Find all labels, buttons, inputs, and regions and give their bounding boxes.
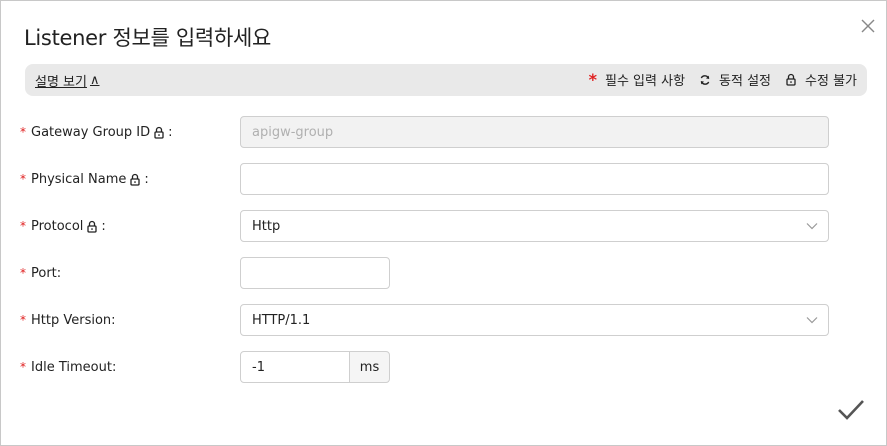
gateway-group-id-input: apigw-group [240,116,829,148]
port-input[interactable] [240,257,390,289]
toggle-description-label: 설명 보기 [35,75,87,90]
protocol-label: Protocol [31,218,84,234]
port-row: * Port : [20,257,61,289]
dialog-title: Listener 정보를 입력하세요 [24,26,272,50]
legend-required-label: 필수 입력 사항 [605,74,686,89]
lock-icon [786,73,796,86]
legend-dynamic-label: 동적 설정 [719,74,772,89]
label-colon: : [168,124,173,140]
legend-required: * 필수 입력 사항 [589,70,685,89]
label-colon: : [56,265,62,281]
required-marker: * [20,360,26,374]
toggle-description-button[interactable]: 설명 보기 ∧ [35,71,100,90]
required-marker-icon: * [588,69,597,89]
http-version-row: * Http Version : [20,304,116,336]
listener-dialog: Listener 정보를 입력하세요 설명 보기 ∧ * 필수 입력 사항 동적… [0,0,887,446]
lock-icon [154,126,164,139]
idle-timeout-unit: ms [349,351,390,383]
label-colon: : [111,359,117,375]
required-marker: * [20,125,26,139]
chevron-up-icon: ∧ [89,73,100,88]
refresh-icon [700,74,710,85]
required-marker: * [20,313,26,327]
http-version-label: Http Version [31,312,112,328]
chevron-down-icon [806,223,818,230]
chevron-down-icon [806,317,818,324]
protocol-select[interactable]: Http [240,210,829,242]
label-colon: : [101,218,106,234]
label-colon: : [111,312,116,328]
legend-readonly: 수정 불가 [785,70,857,89]
lock-icon [87,220,98,233]
gateway-group-id-row: * Gateway Group ID : [20,116,173,148]
port-label: Port [31,265,57,281]
legend-dynamic: 동적 설정 [699,70,771,89]
protocol-row: * Protocol : [20,210,106,242]
required-marker: * [20,172,26,186]
close-icon[interactable] [858,16,878,36]
confirm-check-icon[interactable] [837,399,865,421]
required-marker: * [20,266,26,280]
idle-timeout-row: * Idle Timeout : [20,351,116,383]
physical-name-row: * Physical Name : [20,163,149,195]
http-version-select-value: HTTP/1.1 [252,312,311,328]
physical-name-input[interactable] [240,163,829,195]
required-marker: * [20,219,26,233]
gateway-group-id-label: Gateway Group ID [31,124,151,140]
legend-readonly-label: 수정 불가 [805,74,857,89]
idle-timeout-label: Idle Timeout [31,359,112,375]
protocol-select-value: Http [252,218,281,234]
idle-timeout-value: -1 [252,359,265,375]
info-bar: 설명 보기 ∧ * 필수 입력 사항 동적 설정 수정 불가 [25,64,867,96]
idle-timeout-input[interactable]: -1 ms [240,351,390,383]
physical-name-label: Physical Name [31,171,127,187]
http-version-select[interactable]: HTTP/1.1 [240,304,829,336]
legend: * 필수 입력 사항 동적 설정 수정 불가 [589,70,857,89]
lock-icon [130,173,141,186]
label-colon: : [144,171,149,187]
